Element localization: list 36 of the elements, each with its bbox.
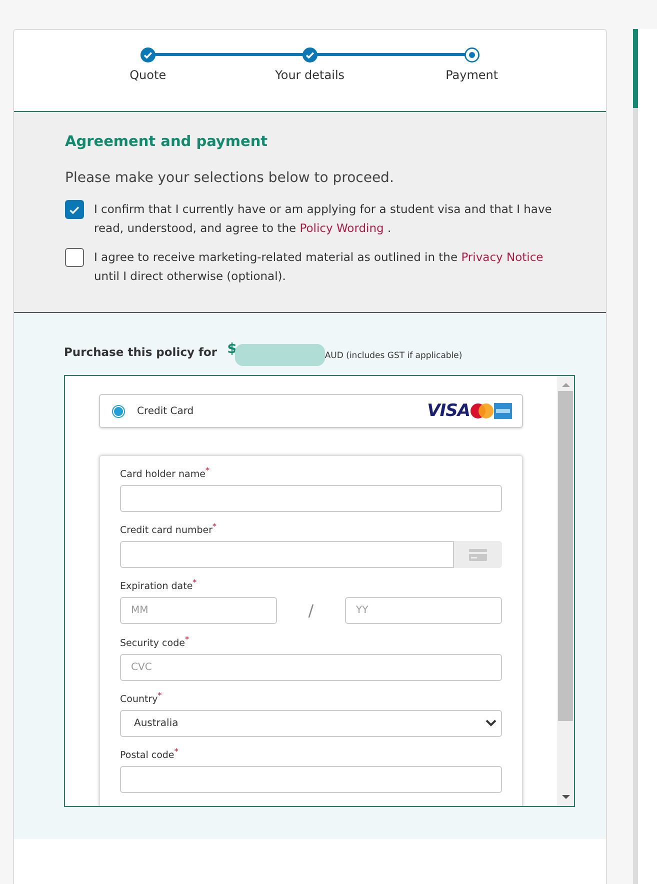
radio-button[interactable] [112, 404, 125, 418]
input-field[interactable] [120, 485, 502, 512]
mastercard-icon [470, 403, 494, 419]
payment-method-option[interactable]: Credit Card VISA [99, 394, 523, 428]
policy-link[interactable]: Privacy Notice [461, 250, 544, 264]
month-field[interactable]: MM [120, 597, 277, 624]
field-label: Expiration date$^{*}$ [120, 578, 198, 592]
card-type-icon [454, 541, 502, 568]
input-field[interactable] [120, 766, 502, 793]
step-label: Your details [275, 68, 345, 82]
scrollbar[interactable] [557, 376, 574, 806]
step-label: Quote [130, 68, 166, 82]
visa-logo: VISA [427, 401, 470, 421]
instruction-text: Please make your selections below to proceed. [65, 170, 395, 186]
checkbox-label: I agree to receive marketing-related material as outlined in the Privacy Notice until I direct otherwise (optional). [94, 249, 544, 285]
price-currency: $ [227, 341, 237, 359]
checkbox-label: I confirm that I currently have or am applying for a student visa and that I have read, understood, and agree to the Policy Wording . [94, 201, 553, 237]
input-field[interactable]: CVC [120, 654, 502, 681]
policy-link[interactable]: Policy Wording [300, 221, 384, 235]
field-label: Security code$^{*}$ [120, 634, 190, 649]
checkbox[interactable] [65, 248, 84, 267]
field-label: Country$^{*}$ [120, 690, 163, 705]
card-number-field[interactable] [120, 541, 454, 568]
step-label: Payment [446, 68, 498, 82]
amex-icon [494, 403, 512, 419]
purchase-label: Purchase this policy for [64, 345, 218, 361]
field-label: Credit card number$^{*}$ [120, 522, 218, 536]
chevron-down-icon [485, 719, 497, 728]
year-field[interactable]: YY [345, 597, 502, 624]
section-title: Agreement and payment [65, 134, 269, 150]
field-label: Postal code$^{*}$ [120, 746, 180, 761]
price-note: AUD (includes GST if applicable) [324, 351, 462, 361]
date-separator: / [307, 601, 315, 620]
country-dropdown[interactable]: Australia [120, 710, 502, 737]
checkbox[interactable] [65, 200, 84, 219]
field-label: Card holder name$^{*}$ [120, 466, 210, 480]
